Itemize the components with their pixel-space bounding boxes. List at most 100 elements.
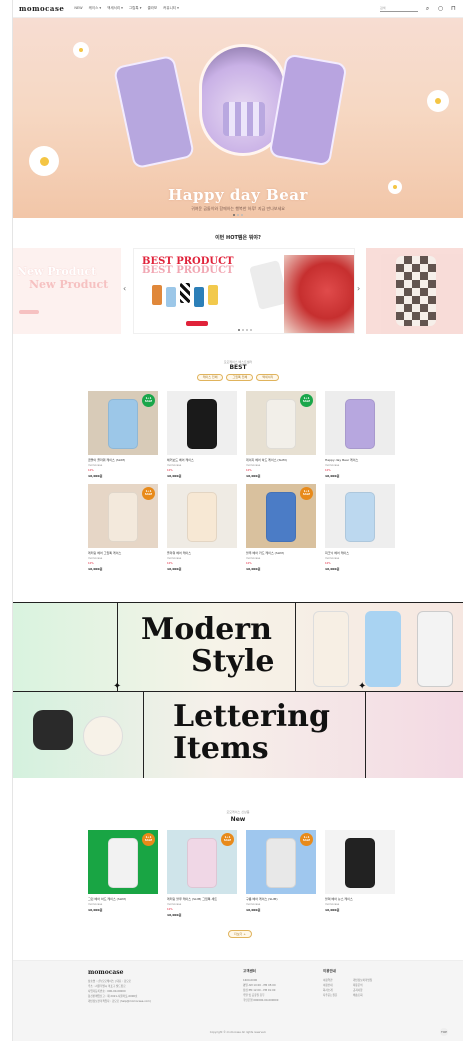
footer-link[interactable]: 자주묻는질문: [323, 993, 353, 998]
company-info-line: 개인정보관리책임자 : 김모모 (help@momocase.com): [88, 1000, 151, 1003]
hot-slide-next[interactable]: [366, 248, 463, 334]
product-discount: 10%: [167, 908, 173, 911]
griptok-image: [33, 710, 73, 750]
product-image[interactable]: [167, 391, 237, 455]
search-icon[interactable]: ⌕: [424, 5, 431, 12]
user-icon[interactable]: ○: [437, 5, 444, 12]
product-name[interactable]: 곰돌이 플라워 케이스 (SLIM): [88, 458, 158, 462]
griptok-image: [83, 716, 123, 756]
nav-item-accessory[interactable]: 액세서리 ▾: [107, 6, 123, 11]
product-image[interactable]: 1+1 SALE: [246, 391, 316, 455]
divider-line: [117, 603, 118, 691]
product-name[interactable]: 데이지 베어 하드 케이스 (SLIM): [246, 458, 316, 462]
product-card[interactable]: 1+1 SALE 레터링 베어 그립톡 케이스 momocase 10% 16,000원: [88, 484, 158, 571]
product-card[interactable]: 1+1 SALE 곰돌이 플라워 케이스 (SLIM) momocase 10% 16,…: [88, 391, 158, 478]
top-header: momocase NEW 케이스 ▾ 액세서리 ▾ 그립톡 ▾ 콜라보 커뮤니티…: [13, 0, 463, 18]
phone-case-image: [266, 838, 296, 888]
product-image[interactable]: [325, 391, 395, 455]
sale-badge: 1+1 SALE: [300, 833, 313, 846]
product-name[interactable]: 블루 베어 카드 케이스 (SLIM): [246, 551, 316, 555]
product-name[interactable]: 블랙 베어 뉴스 케이스: [325, 897, 395, 901]
hot-slide-prev[interactable]: New Product New Product: [13, 248, 121, 334]
lettering-items-banner[interactable]: Lettering Items: [13, 692, 463, 778]
hot-shop-button[interactable]: [186, 321, 208, 326]
product-card[interactable]: 1+1 SALE 블루 베어 카드 케이스 (SLIM) momocase 10% 16…: [246, 484, 316, 571]
filter-tab[interactable]: 그립톡 전체: [226, 374, 254, 381]
nav-item-griptok[interactable]: 그립톡 ▾: [129, 6, 142, 11]
hot-slide-active[interactable]: BEST PRODUCT BEST PRODUCT: [133, 248, 355, 334]
product-image[interactable]: [167, 484, 237, 548]
product-image[interactable]: 1+1 SALE: [167, 830, 237, 894]
filter-tab[interactable]: 케이스 전체: [196, 374, 224, 381]
phone-case-image: [266, 492, 296, 542]
more-button[interactable]: 더보기 +: [228, 930, 252, 938]
hero-banner[interactable]: Happy day Bear 귀여운 곰돌이와 함께하는 행복한 하루! 지금 …: [13, 18, 463, 218]
product-name[interactable]: 체커보드 베어 케이스: [167, 458, 237, 462]
product-card[interactable]: Happy day Bear 케이스 momocase 10% 16,000원: [325, 391, 395, 478]
product-name[interactable]: 플라워 베어 케이스: [167, 551, 237, 555]
product-name[interactable]: 그린 베어 하드 케이스 (SLIM): [88, 897, 158, 901]
checker-case-image: [396, 256, 436, 326]
nav-item-community[interactable]: 커뮤니티 ▾: [163, 6, 179, 11]
phone-case-image: [112, 54, 196, 170]
filter-tab[interactable]: 액세서리: [256, 374, 280, 381]
product-discount: 10%: [88, 469, 94, 472]
sale-badge: 1+1 SALE: [142, 394, 155, 407]
product-brand: momocase: [246, 557, 261, 560]
best-filter-tabs: 케이스 전체 그립톡 전체 액세서리: [13, 374, 463, 381]
phone-case-thumb: [180, 283, 190, 303]
product-image[interactable]: 1+1 SALE: [88, 484, 158, 548]
carousel-next-arrow[interactable]: ›: [357, 284, 360, 293]
nav-item-new[interactable]: NEW: [74, 6, 82, 11]
product-image[interactable]: 1+1 SALE: [246, 830, 316, 894]
carousel-prev-arrow[interactable]: ‹: [123, 284, 126, 293]
product-card[interactable]: 플라워 베어 케이스 momocase 10% 16,000원: [167, 484, 237, 571]
product-image[interactable]: 1+1 SALE: [88, 830, 158, 894]
checker-mug-image: [223, 102, 265, 136]
product-name[interactable]: Happy day Bear 케이스: [325, 458, 395, 462]
hero-visual: [112, 44, 351, 192]
footer-logo: momocase: [88, 969, 124, 976]
product-card[interactable]: 1+1 SALE 데이지 베어 하드 케이스 (SLIM) momocase 10% 1…: [246, 391, 316, 478]
product-image[interactable]: 1+1 SALE: [88, 391, 158, 455]
product-name[interactable]: 구름 베어 케이스 (SLIM): [246, 897, 316, 901]
hot-pagination[interactable]: [134, 329, 354, 331]
product-image[interactable]: [325, 830, 395, 894]
phone-case-image: [345, 492, 375, 542]
nav-item-case[interactable]: 케이스 ▾: [89, 6, 102, 11]
product-card[interactable]: 블랙 베어 뉴스 케이스 momocase 16,000원: [325, 830, 395, 917]
product-name[interactable]: 피크닉 베어 케이스: [325, 551, 395, 555]
product-image[interactable]: 1+1 SALE: [246, 484, 316, 548]
sale-badge: 1+1 SALE: [142, 487, 155, 500]
product-card[interactable]: 체커보드 베어 케이스 momocase 10% 16,000원: [167, 391, 237, 478]
info-title: 이용안내: [323, 969, 336, 973]
hero-pagination[interactable]: [13, 214, 463, 216]
product-card[interactable]: 1+1 SALE 그린 베어 하드 케이스 (SLIM) momocase 16,00…: [88, 830, 158, 917]
product-brand: momocase: [325, 557, 340, 560]
daisy-decoration: [73, 42, 89, 58]
phone-case-image: [187, 838, 217, 888]
product-name[interactable]: 레터링 블루 케이스 (SLIM) 그립톡 세트: [167, 897, 237, 901]
search-input[interactable]: 검색: [380, 5, 418, 12]
modern-style-banner[interactable]: Modern Style ✦ ✦: [13, 602, 463, 692]
phone-case-image: [365, 611, 401, 687]
product-brand: momocase: [88, 557, 103, 560]
product-card[interactable]: 피크닉 베어 케이스 momocase 10% 16,000원: [325, 484, 395, 571]
cs-line: 국민은행 000000-00-000000: [243, 999, 279, 1002]
style-text: Style: [191, 644, 275, 679]
footer-link[interactable]: 배송조회: [353, 993, 383, 998]
nav-item-collab[interactable]: 콜라보: [147, 6, 157, 11]
items-text: Items: [173, 731, 269, 766]
page: momocase NEW 케이스 ▾ 액세서리 ▾ 그립톡 ▾ 콜라보 커뮤니티…: [12, 0, 463, 1041]
product-image[interactable]: [325, 484, 395, 548]
phone-case-image: [108, 399, 138, 449]
phone-case-image: [345, 838, 375, 888]
site-logo[interactable]: momocase: [19, 4, 64, 13]
phone-case-thumb: [194, 287, 204, 307]
product-name[interactable]: 레터링 베어 그립톡 케이스: [88, 551, 158, 555]
product-card[interactable]: 1+1 SALE 레터링 블루 케이스 (SLIM) 그립톡 세트 momocase…: [167, 830, 237, 917]
scroll-top-button[interactable]: TOP: [440, 1028, 448, 1036]
product-card[interactable]: 1+1 SALE 구름 베어 케이스 (SLIM) momocase 16,000원: [246, 830, 316, 917]
hero-subtitle: 귀여운 곰돌이와 함께하는 행복한 하루! 지금 만나보세요: [191, 206, 285, 211]
cart-icon[interactable]: ⊓: [450, 5, 457, 12]
